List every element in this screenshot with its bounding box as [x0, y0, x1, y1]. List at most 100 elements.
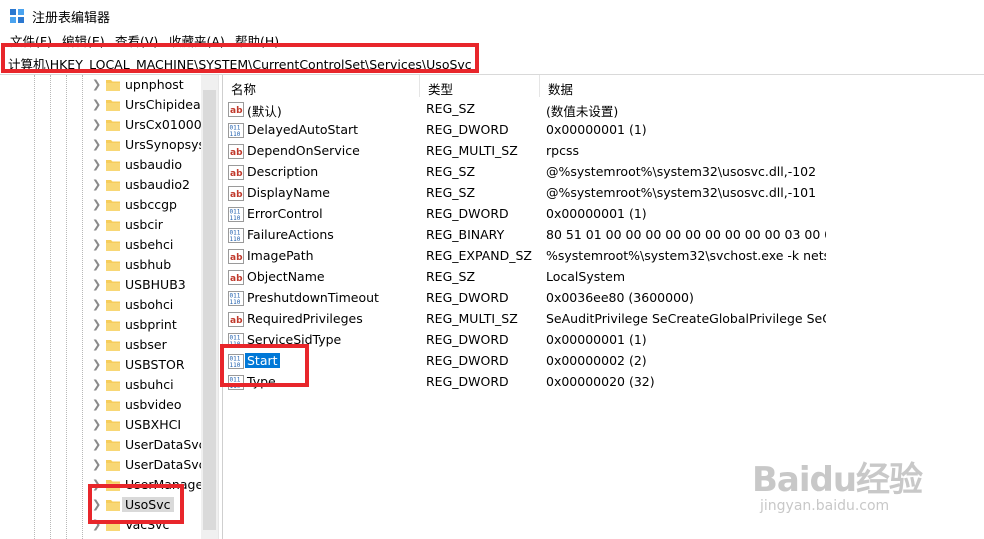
value-data: 0x00000002 (2)	[546, 353, 647, 368]
folder-icon	[106, 240, 120, 251]
value-row[interactable]: 011 110 FailureActions REG_BINARY 80 51 01 0…	[223, 225, 984, 246]
menu-view[interactable]: 查看(V)	[115, 31, 158, 50]
tree-item[interactable]: ❯ USBHUB3	[0, 275, 210, 295]
chevron-right-icon[interactable]: ❯	[92, 379, 102, 391]
column-header-type[interactable]: 类型	[420, 75, 540, 97]
tree-item[interactable]: ❯ USBXHCI	[0, 415, 210, 435]
menu-file[interactable]: 文件(F)	[10, 31, 52, 50]
folder-icon	[106, 120, 120, 131]
menu-edit[interactable]: 编辑(E)	[62, 31, 105, 50]
svg-text:ab: ab	[230, 190, 243, 200]
value-name[interactable]: Type	[247, 374, 276, 389]
tree-scrollbar-thumb[interactable]	[203, 90, 216, 530]
tree-item[interactable]: ❯ usbuhci	[0, 375, 210, 395]
value-type: REG_DWORD	[426, 290, 509, 305]
tree-item[interactable]: ❯ UsoSvc	[0, 495, 210, 515]
tree-item[interactable]: ❯ usbccgp	[0, 195, 210, 215]
value-data: 0x00000001 (1)	[546, 206, 647, 221]
value-row[interactable]: ab Description REG_SZ @%systemroot%\system3…	[223, 162, 984, 183]
tree-item[interactable]: ❯ USBSTOR	[0, 355, 210, 375]
chevron-right-icon[interactable]: ❯	[92, 99, 102, 111]
chevron-right-icon[interactable]: ❯	[92, 299, 102, 311]
tree-item[interactable]: ❯ UrsSynopsys	[0, 135, 210, 155]
tree-item[interactable]: ❯ UserDataSvc	[0, 435, 210, 455]
value-row[interactable]: ab (默认) REG_SZ (数值未设置)	[223, 99, 984, 120]
value-row[interactable]: 011 110 PreshutdownTimeout REG_DWORD 0x0036e…	[223, 288, 984, 309]
menu-help[interactable]: 帮助(H)	[235, 31, 279, 50]
value-name[interactable]: RequiredPrivileges	[247, 311, 363, 326]
tree-item-label: USBHUB3	[125, 277, 186, 292]
address-path[interactable]: 计算机\HKEY_LOCAL_MACHINE\SYSTEM\CurrentCon…	[8, 54, 472, 73]
value-data: 0x00000020 (32)	[546, 374, 655, 389]
chevron-right-icon[interactable]: ❯	[92, 159, 102, 171]
chevron-right-icon[interactable]: ❯	[92, 399, 102, 411]
binary-value-icon: 011110	[228, 375, 244, 390]
chevron-right-icon[interactable]: ❯	[92, 119, 102, 131]
binary-value-icon: 011110	[228, 123, 244, 138]
value-name[interactable]: PreshutdownTimeout	[247, 290, 379, 305]
chevron-right-icon[interactable]: ❯	[92, 479, 102, 491]
value-row[interactable]: ab ImagePath REG_EXPAND_SZ %systemroot%\sys…	[223, 246, 984, 267]
string-value-icon: ab	[228, 165, 244, 180]
chevron-right-icon[interactable]: ❯	[92, 459, 102, 471]
value-data: @%systemroot%\system32\usosvc.dll,-102	[546, 164, 817, 179]
chevron-right-icon[interactable]: ❯	[92, 139, 102, 151]
value-name[interactable]: ObjectName	[247, 269, 325, 284]
value-name[interactable]: DisplayName	[247, 185, 330, 200]
chevron-right-icon[interactable]: ❯	[92, 519, 102, 531]
value-name[interactable]: Start	[245, 353, 280, 368]
tree-item[interactable]: ❯ VacSvc	[0, 515, 210, 535]
value-name[interactable]: (默认)	[247, 101, 282, 120]
svg-text:ab: ab	[230, 274, 243, 284]
value-name[interactable]: DependOnService	[247, 143, 360, 158]
tree-item[interactable]: ❯ UrsCx01000	[0, 115, 210, 135]
chevron-right-icon[interactable]: ❯	[92, 179, 102, 191]
chevron-right-icon[interactable]: ❯	[92, 359, 102, 371]
tree-item[interactable]: ❯ UserDataSvc_	[0, 455, 212, 475]
chevron-right-icon[interactable]: ❯	[92, 239, 102, 251]
tree-item[interactable]: ❯ usbprint	[0, 315, 210, 335]
value-name[interactable]: ServiceSidType	[247, 332, 341, 347]
value-row[interactable]: ab RequiredPrivileges REG_MULTI_SZ SeAuditP…	[223, 309, 984, 330]
tree-item[interactable]: ❯ usbcir	[0, 215, 210, 235]
value-name[interactable]: FailureActions	[247, 227, 334, 242]
chevron-right-icon[interactable]: ❯	[92, 219, 102, 231]
value-row[interactable]: ab ObjectName REG_SZ LocalSystem	[223, 267, 984, 288]
value-row[interactable]: 011 110 Type REG_DWORD 0x00000020 (32)	[223, 372, 984, 393]
value-row[interactable]: 011 110 DelayedAutoStart REG_DWORD 0x0000000…	[223, 120, 984, 141]
tree-item[interactable]: ❯ UrsChipidea	[0, 95, 210, 115]
tree-item-label: UrsChipidea	[125, 97, 201, 112]
tree-item[interactable]: ❯ UserManager	[0, 475, 210, 495]
value-name[interactable]: Description	[247, 164, 318, 179]
column-header-data[interactable]: 数据	[540, 75, 984, 97]
tree-item[interactable]: ❯ usbehci	[0, 235, 210, 255]
value-row[interactable]: 011 110 ServiceSidType REG_DWORD 0x00000001 …	[223, 330, 984, 351]
value-row[interactable]: ab DisplayName REG_SZ @%systemroot%\system3…	[223, 183, 984, 204]
chevron-right-icon[interactable]: ❯	[92, 199, 102, 211]
value-row[interactable]: 011 110 ErrorControl REG_DWORD 0x00000001 (1…	[223, 204, 984, 225]
chevron-right-icon[interactable]: ❯	[92, 439, 102, 451]
folder-icon	[106, 340, 120, 351]
tree-item[interactable]: ❯ usbaudio	[0, 155, 210, 175]
value-name[interactable]: ErrorControl	[247, 206, 323, 221]
value-row[interactable]: 011 110 Start REG_DWORD 0x00000002 (2)	[223, 351, 984, 372]
chevron-right-icon[interactable]: ❯	[92, 419, 102, 431]
chevron-right-icon[interactable]: ❯	[92, 79, 102, 91]
tree-item[interactable]: ❯ usbaudio2	[0, 175, 210, 195]
tree-item[interactable]: ❯ usbvideo	[0, 395, 210, 415]
chevron-right-icon[interactable]: ❯	[92, 319, 102, 331]
tree-item[interactable]: ❯ usbohci	[0, 295, 210, 315]
chevron-right-icon[interactable]: ❯	[92, 339, 102, 351]
column-header-name[interactable]: 名称	[223, 75, 420, 97]
chevron-right-icon[interactable]: ❯	[92, 279, 102, 291]
value-row[interactable]: ab DependOnService REG_MULTI_SZ rpcss	[223, 141, 984, 162]
tree-item[interactable]: ❯ upnphost	[0, 75, 210, 95]
value-name[interactable]: DelayedAutoStart	[247, 122, 358, 137]
menu-favorites[interactable]: 收藏夹(A)	[169, 31, 225, 50]
tree-item[interactable]: ❯ usbser	[0, 335, 210, 355]
chevron-right-icon[interactable]: ❯	[92, 259, 102, 271]
value-name[interactable]: ImagePath	[247, 248, 314, 263]
address-bar[interactable]: 计算机\HKEY_LOCAL_MACHINE\SYSTEM\CurrentCon…	[0, 50, 984, 75]
tree-item[interactable]: ❯ usbhub	[0, 255, 210, 275]
chevron-right-icon[interactable]: ❯	[92, 499, 102, 511]
